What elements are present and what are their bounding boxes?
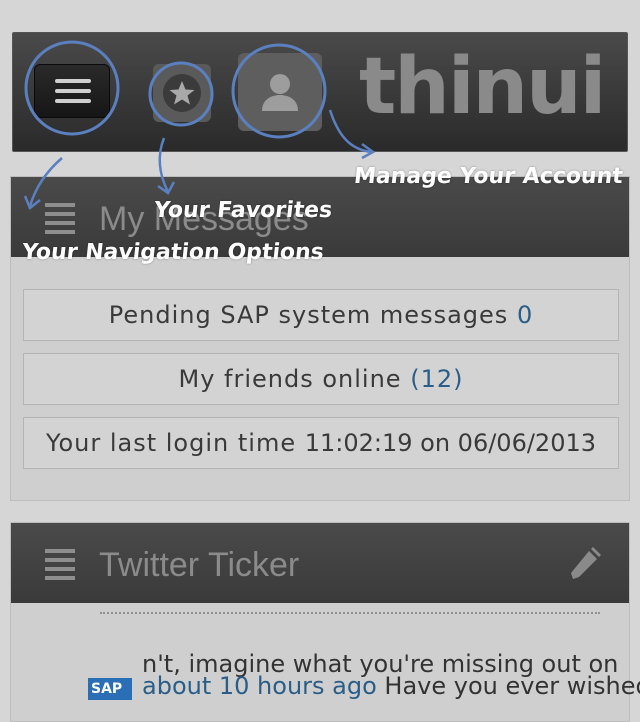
last-login-row[interactable]: Your last login time 11:02:19 on 06/06/2…	[23, 417, 619, 469]
twitter-panel-title: Twitter Ticker	[99, 546, 300, 584]
thinui-logo: thinui	[359, 42, 606, 132]
tweet-meta-line: about 10 hours ago Have you ever wished	[142, 672, 640, 700]
pending-messages-label: Pending SAP system messages	[108, 301, 509, 329]
page: thinui My Messages Pending SAP system me…	[0, 0, 640, 722]
list-lines-icon	[45, 549, 75, 580]
star-icon	[163, 74, 201, 112]
messages-panel: My Messages Pending SAP system messages …	[10, 176, 630, 501]
last-login-value: 11:02:19 on 06/06/2013	[304, 429, 597, 457]
favorites-button[interactable]	[153, 64, 211, 122]
messages-panel-title: My Messages	[99, 200, 309, 238]
navigation-menu-button[interactable]	[34, 64, 110, 118]
tweet-clipped-line	[100, 612, 600, 622]
pencil-icon[interactable]	[563, 543, 603, 583]
list-lines-icon	[45, 203, 75, 234]
messages-panel-header[interactable]: My Messages	[11, 177, 629, 257]
pending-messages-count: 0	[516, 301, 534, 329]
twitter-panel-header[interactable]: Twitter Ticker	[11, 523, 629, 603]
user-icon	[262, 74, 298, 111]
hamburger-menu-icon	[55, 79, 91, 83]
friends-online-count: (12)	[410, 365, 464, 393]
pending-messages-row[interactable]: Pending SAP system messages 0	[23, 289, 619, 341]
friends-online-label: My friends online	[178, 365, 402, 393]
tweet-text-continued: Have you ever wished	[376, 672, 640, 700]
account-button[interactable]	[238, 53, 322, 131]
friends-online-row[interactable]: My friends online (12)	[23, 353, 619, 405]
tweet-time-link[interactable]: about 10 hours ago	[142, 672, 377, 700]
app-header: thinui	[12, 32, 628, 152]
sap-logo: SAP	[88, 678, 132, 700]
last-login-label: Your last login time	[45, 429, 297, 457]
